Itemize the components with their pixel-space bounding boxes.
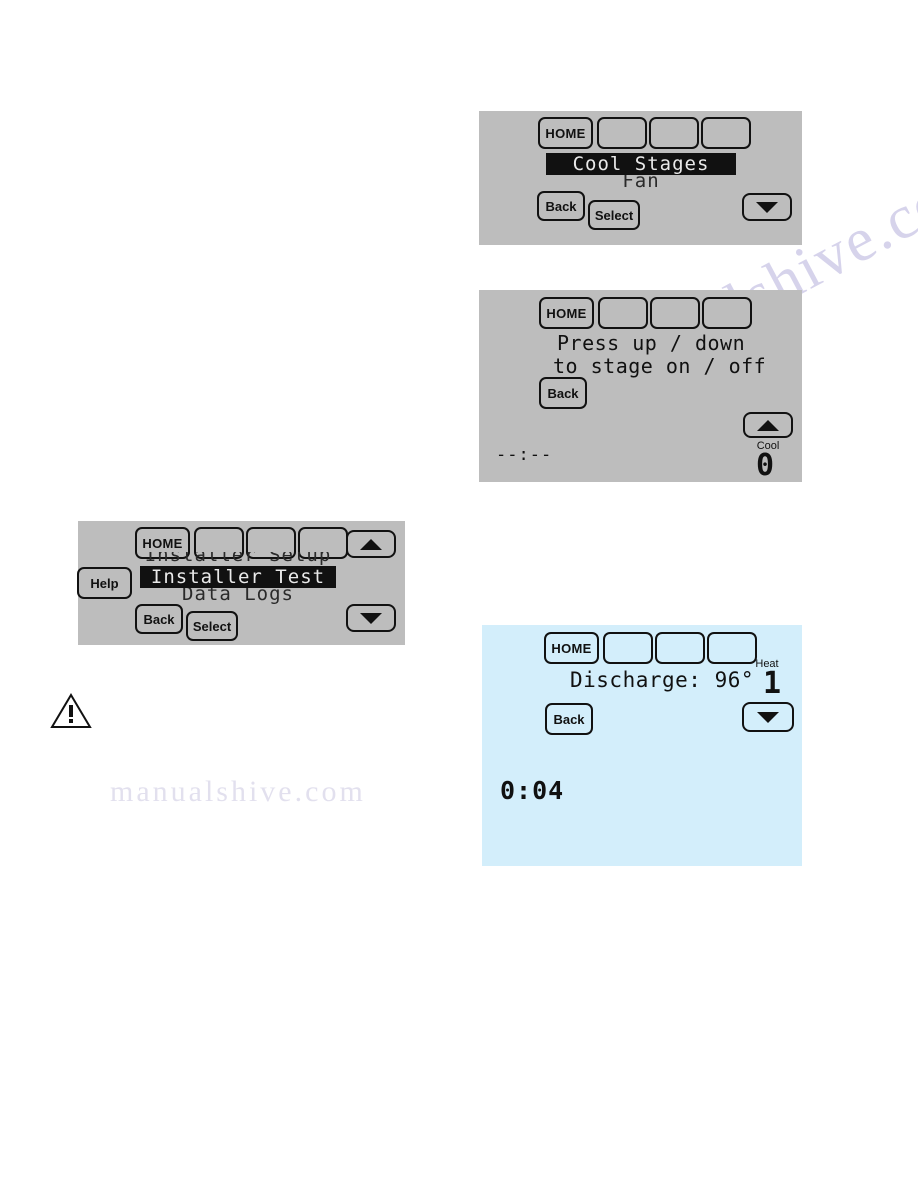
screen-stage-on-off: HOME Press up / down to stage on / off B…: [479, 290, 802, 482]
blank-softkey-1[interactable]: [597, 117, 647, 149]
chevron-up-icon: [360, 538, 382, 550]
blank-softkey-2[interactable]: [649, 117, 699, 149]
menu-item-below[interactable]: Fan: [546, 175, 736, 191]
back-button[interactable]: Back: [537, 191, 585, 221]
menu-item-below-clip: Data Logs: [140, 588, 336, 604]
help-button[interactable]: Help: [77, 567, 132, 599]
chevron-down-icon: [757, 711, 779, 723]
timer-display: --:--: [496, 445, 553, 465]
screen-installer-test-menu: HOME Installer Setup Installer Test Data…: [77, 521, 405, 645]
menu-item-selected[interactable]: Installer Test: [140, 566, 336, 588]
back-button[interactable]: Back: [545, 703, 593, 735]
timer-display: 0:04: [500, 776, 565, 805]
select-button[interactable]: Select: [588, 200, 640, 230]
screen-cool-stages: HOME Cool Stages Fan Back Select: [479, 111, 802, 245]
down-arrow-button[interactable]: [346, 604, 396, 632]
menu-item-above[interactable]: Installer Setup: [140, 552, 336, 565]
warning-triangle-icon: [50, 692, 92, 735]
home-button[interactable]: HOME: [544, 632, 599, 664]
select-button[interactable]: Select: [186, 611, 238, 641]
home-button[interactable]: HOME: [539, 297, 594, 329]
blank-softkey-2[interactable]: [655, 632, 705, 664]
stage-indicator-value: 1: [763, 666, 782, 701]
menu-item-below[interactable]: Data Logs: [140, 588, 336, 604]
back-button[interactable]: Back: [135, 604, 183, 634]
menu-item-above-clip: Installer Setup: [140, 552, 336, 566]
blank-softkey-1[interactable]: [598, 297, 648, 329]
blank-softkey-3[interactable]: [702, 297, 752, 329]
message-line-1: Press up / down: [557, 331, 746, 355]
down-arrow-button[interactable]: [742, 702, 794, 732]
menu-item-below-clip: Fan: [546, 175, 736, 191]
up-arrow-button[interactable]: [346, 530, 396, 558]
chevron-down-icon: [360, 612, 382, 624]
chevron-up-icon: [757, 419, 779, 431]
blank-softkey-1[interactable]: [603, 632, 653, 664]
message-line-2: to stage on / off: [553, 354, 767, 378]
chevron-down-icon: [756, 201, 778, 213]
back-button[interactable]: Back: [539, 377, 587, 409]
blank-softkey-2[interactable]: [650, 297, 700, 329]
stage-indicator-value: 0: [756, 448, 775, 483]
home-button[interactable]: HOME: [538, 117, 593, 149]
blank-softkey-3[interactable]: [701, 117, 751, 149]
watermark-flat: manualshive.com: [110, 775, 366, 808]
up-arrow-button[interactable]: [743, 412, 793, 438]
menu-item-selected[interactable]: Cool Stages: [546, 153, 736, 175]
discharge-reading: Discharge: 96°: [570, 668, 755, 692]
warning-triangle-svg: [50, 693, 92, 728]
down-arrow-button[interactable]: [742, 193, 792, 221]
screen-discharge-test: HOME Discharge: 96° Back Heat 1 0:04: [482, 625, 802, 866]
